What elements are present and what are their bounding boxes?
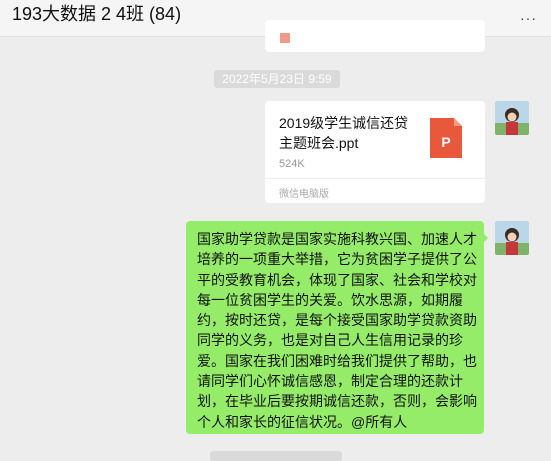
- file-message-card[interactable]: 2019级学生诚信还贷主题班会.ppt P 524K 微信电脑版: [265, 101, 485, 203]
- file-source: 微信电脑版: [279, 189, 329, 200]
- message-text: 国家助学贷款是国家实施科教兴国、加速人才培养的一项重大举措，它为贫困学子提供了公…: [197, 231, 477, 430]
- file-size: 524K: [279, 158, 305, 170]
- file-icon: [280, 33, 290, 43]
- timestamp: 2022年5月23日 9:59: [214, 70, 340, 88]
- avatar[interactable]: [495, 221, 529, 255]
- avatar[interactable]: [495, 101, 529, 135]
- svg-text:P: P: [441, 134, 450, 150]
- ppt-icon: P: [430, 118, 462, 158]
- more-options-button[interactable]: ···: [520, 10, 537, 26]
- text-message-bubble[interactable]: 国家助学贷款是国家实施科教兴国、加速人才培养的一项重大举措，它为贫困学子提供了公…: [186, 221, 484, 434]
- file-card-divider: [265, 178, 485, 179]
- next-timestamp-stub: [210, 451, 342, 461]
- bubble-tail: [482, 232, 488, 244]
- chat-title: 193大数据 2 4班 (84): [12, 4, 182, 24]
- file-name: 2019级学生诚信还贷主题班会.ppt: [279, 115, 409, 151]
- previous-file-card[interactable]: [265, 20, 485, 52]
